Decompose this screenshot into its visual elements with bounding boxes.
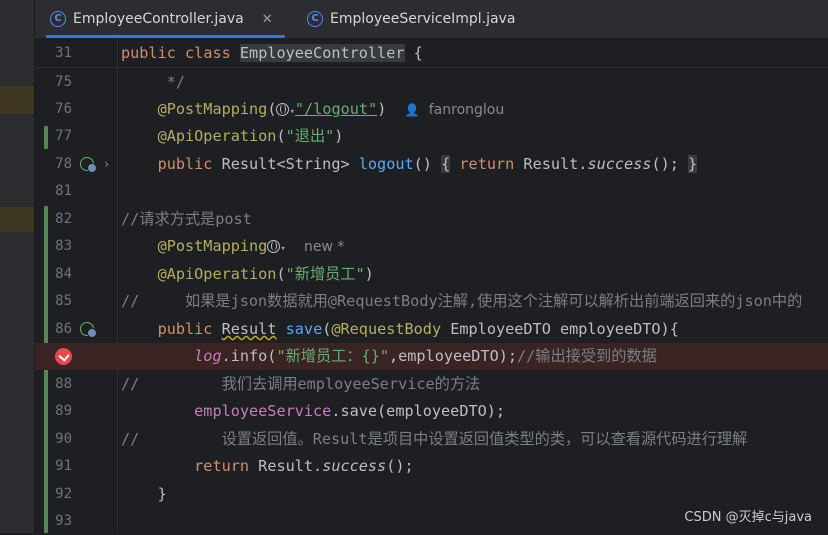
line-number: 75 (55, 74, 72, 90)
code-text: @PostMapping(▾"/logout") 👤 fanronglou (157, 100, 505, 118)
code-line[interactable]: 83 @PostMapping ▾ new * (35, 233, 828, 260)
line-number: 92 (55, 486, 72, 502)
code-line[interactable]: 85 // 如果是json数据就用@RequestBody注解,使用这个注解可以… (35, 288, 828, 315)
user-icon: 👤 (404, 103, 420, 117)
code-text: // 我们去调用employeeService的方法 (121, 375, 481, 393)
code-line[interactable]: 86 public Result save(@RequestBody Emplo… (35, 316, 828, 343)
tab-label: EmployeeController.java (73, 11, 244, 27)
code-line[interactable]: 78 › public Result<String> logout() { re… (35, 151, 828, 178)
code-editor[interactable]: 31 public class EmployeeController { 75 … (35, 39, 828, 533)
code-line[interactable]: 76 @PostMapping(▾"/logout") 👤 fanronglou (35, 96, 828, 123)
chevron-down-icon: ▾ (280, 244, 286, 254)
tab-employee-controller[interactable]: C EmployeeController.java ✕ (46, 0, 285, 38)
code-line[interactable]: 75 */ (35, 69, 828, 96)
code-text: return Result.success(); (194, 457, 414, 475)
code-text: public class EmployeeController { (121, 44, 423, 62)
code-text: // 如果是json数据就用@RequestBody注解,使用这个注解可以解析出… (121, 292, 803, 310)
code-text: */ (121, 73, 186, 91)
watermark: CSDN @灭掉c与java (684, 510, 812, 525)
code-text: // 设置返回值。Result是项目中设置返回值类型的类，可以查看源代码进行理解 (121, 430, 748, 448)
panel-highlight (0, 86, 34, 114)
code-text: log.info("新增员工：{}",employeeDTO);//输出接受到的… (194, 347, 657, 365)
code-line[interactable]: 88 // 我们去调用employeeService的方法 (35, 371, 828, 398)
code-line[interactable]: 81 (35, 178, 828, 205)
sticky-header-line[interactable]: 31 public class EmployeeController { (35, 40, 828, 67)
code-line[interactable]: 82 //请求方式是post (35, 206, 828, 233)
project-panel-strip[interactable] (0, 0, 34, 533)
code-text: @PostMapping ▾ new * (157, 237, 345, 255)
code-line[interactable]: 77 @ApiOperation("退出") (35, 123, 828, 150)
code-text: } (121, 485, 167, 503)
line-number: 31 (55, 45, 72, 61)
web-endpoint-icon[interactable] (80, 322, 97, 338)
line-number: 83 (55, 238, 72, 254)
line-number: 93 (55, 513, 72, 529)
editor-tab-bar: C EmployeeController.java ✕ C EmployeeSe… (35, 0, 828, 39)
breakpoint-line[interactable]: log.info("新增员工：{}",employeeDTO);//输出接受到的… (35, 343, 828, 370)
line-number: 85 (55, 293, 72, 309)
line-number: 78 (55, 156, 72, 172)
code-text: //请求方式是post (121, 210, 252, 228)
breakpoint-icon[interactable] (55, 348, 72, 365)
code-line[interactable]: 92 } (35, 481, 828, 508)
close-icon[interactable]: ✕ (262, 12, 273, 27)
line-number: 89 (55, 403, 72, 419)
code-text: @ApiOperation("退出") (157, 127, 344, 145)
author-inlay-hint: new * (304, 239, 345, 255)
code-text: employeeService.save(employeeDTO); (194, 402, 506, 420)
line-number: 77 (55, 128, 72, 144)
code-line[interactable]: 84 @ApiOperation("新增员工") (35, 261, 828, 288)
code-line[interactable]: 91 return Result.success(); (35, 453, 828, 480)
code-text: public Result<String> logout() { return … (157, 155, 698, 173)
line-number: 84 (55, 266, 72, 282)
chevron-right-icon[interactable]: › (103, 151, 110, 178)
author-inlay-hint: fanronglou (428, 102, 505, 118)
globe-icon (267, 240, 281, 253)
class-icon: C (50, 11, 66, 27)
line-number: 82 (55, 211, 72, 227)
code-text: @ApiOperation("新增员工") (157, 265, 374, 283)
panel-highlight (0, 207, 34, 232)
tab-employee-service-impl[interactable]: C EmployeeServiceImpl.java (307, 0, 515, 38)
line-number: 90 (55, 431, 72, 447)
tab-label: EmployeeServiceImpl.java (330, 11, 516, 27)
divider (35, 67, 828, 68)
line-number: 81 (55, 183, 72, 199)
globe-icon (276, 103, 290, 116)
code-line[interactable]: 90 // 设置返回值。Result是项目中设置返回值类型的类，可以查看源代码进… (35, 426, 828, 453)
code-line[interactable]: 89 employeeService.save(employeeDTO); (35, 398, 828, 425)
web-endpoint-icon[interactable] (80, 157, 97, 173)
line-number: 76 (55, 101, 72, 117)
code-text: public Result save(@RequestBody Employee… (157, 320, 679, 338)
line-number: 91 (55, 458, 72, 474)
line-number: 88 (55, 376, 72, 392)
line-number: 86 (55, 321, 72, 337)
class-icon: C (307, 11, 323, 27)
